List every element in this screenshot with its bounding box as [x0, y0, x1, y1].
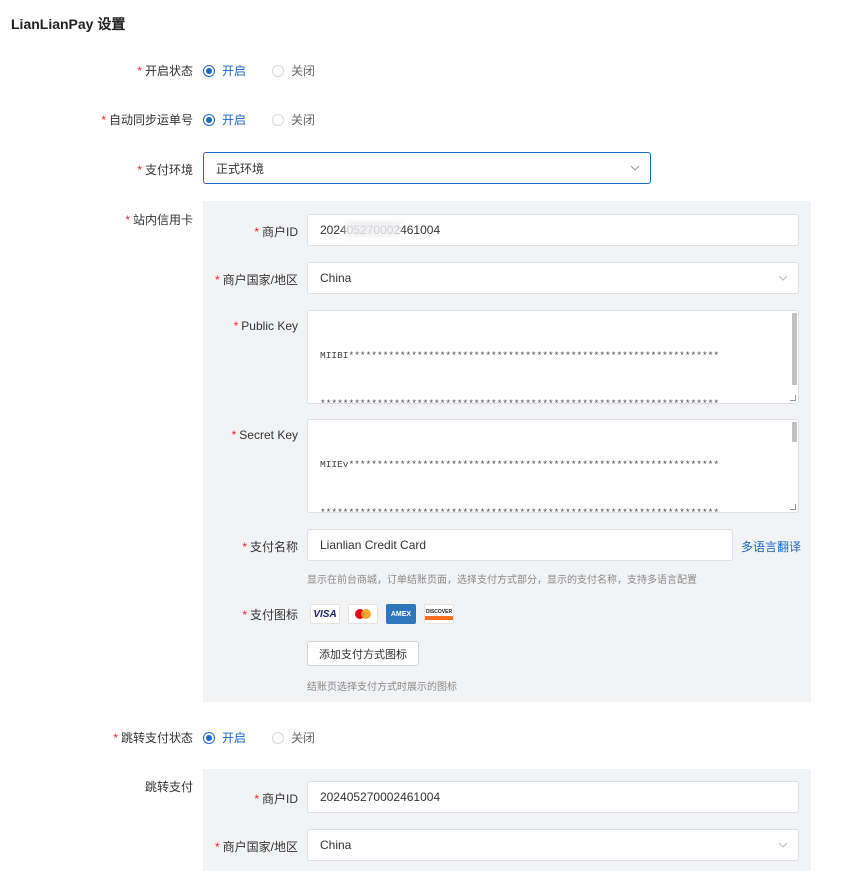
multi-language-link[interactable]: 多语言翻译 — [741, 538, 801, 555]
auto-sync-radio-on[interactable]: 开启 — [203, 111, 246, 128]
onsite-card-label: * 站内信用卡 — [125, 213, 193, 227]
payment-name-hint: 显示在前台商城，订单结账页面，选择支付方式部分，显示的支付名称，支持多语言配置 — [307, 575, 697, 586]
resize-handle-icon[interactable] — [790, 504, 796, 510]
redirect-pay-panel: * 商户ID 202405270002461004 * 商户国家/地区 China — [203, 769, 811, 871]
scrollbar[interactable] — [792, 422, 797, 442]
auto-sync-radio-group: 开启 关闭 — [203, 111, 341, 128]
amex-icon: AMEX — [386, 604, 416, 624]
mastercard-icon — [348, 604, 378, 624]
add-payment-icon-button[interactable]: 添加支付方式图标 — [307, 641, 419, 666]
radio-checked-icon — [203, 64, 215, 77]
chevron-down-icon — [778, 275, 788, 281]
merchant-id-label: * 商户ID — [254, 225, 298, 239]
public-key-label: * Public Key — [233, 319, 298, 333]
environment-select[interactable]: 正式环境 — [203, 152, 651, 184]
status-radio-group: 开启 关闭 — [203, 62, 341, 79]
country-select[interactable]: China — [307, 262, 799, 294]
radio-checked-icon — [203, 731, 215, 744]
redirect-merchant-id-label: * 商户ID — [254, 792, 298, 806]
secret-key-textarea[interactable]: MIIEv***********************************… — [307, 419, 799, 513]
public-key-textarea[interactable]: MIIBI***********************************… — [307, 310, 799, 404]
blur-mask — [345, 221, 401, 237]
redirect-status-radio-on[interactable]: 开启 — [203, 729, 246, 746]
resize-handle-icon[interactable] — [790, 395, 796, 401]
page-title: LianLianPay 设置 — [11, 16, 126, 32]
radio-unchecked-icon — [272, 64, 285, 77]
payment-name-label: * 支付名称 — [242, 540, 298, 554]
redirect-country-select[interactable]: China — [307, 829, 799, 861]
chevron-down-icon — [630, 165, 640, 171]
radio-checked-icon — [203, 113, 215, 126]
auto-sync-label: * 自动同步运单号 — [101, 113, 193, 127]
radio-unchecked-icon — [272, 731, 285, 744]
environment-label: * 支付环境 — [137, 163, 193, 177]
status-radio-off[interactable]: 关闭 — [272, 62, 315, 79]
redirect-pay-label: 跳转支付 — [144, 780, 193, 794]
status-label: * 开启状态 — [137, 64, 193, 78]
radio-unchecked-icon — [272, 113, 285, 126]
redirect-merchant-id-input[interactable]: 202405270002461004 — [307, 781, 799, 813]
merchant-id-input[interactable]: 202405270002461004 — [307, 214, 799, 246]
secret-key-label: * Secret Key — [231, 428, 298, 442]
redirect-status-label: * 跳转支付状态 — [113, 731, 193, 745]
redirect-status-radio-group: 开启 关闭 — [203, 729, 341, 746]
payment-icons-hint: 结账页选择支付方式时展示的图标 — [307, 682, 457, 693]
status-radio-on[interactable]: 开启 — [203, 62, 246, 79]
redirect-status-radio-off[interactable]: 关闭 — [272, 729, 315, 746]
redirect-country-label: * 商户国家/地区 — [214, 840, 298, 854]
discover-icon: DISCOVER — [424, 604, 454, 624]
scrollbar[interactable] — [792, 313, 797, 385]
visa-icon: VISA — [310, 604, 340, 624]
onsite-card-panel: *商户ID 202405270002461004 *商户国家/地区 China … — [203, 201, 811, 702]
auto-sync-radio-off[interactable]: 关闭 — [272, 111, 315, 128]
country-label: * 商户国家/地区 — [214, 273, 298, 287]
payment-icons-label: * 支付图标 — [242, 608, 298, 622]
payment-name-input[interactable]: Lianlian Credit Card — [307, 529, 733, 561]
chevron-down-icon — [778, 842, 788, 848]
payment-icons-row: VISA AMEX DISCOVER — [310, 604, 462, 624]
